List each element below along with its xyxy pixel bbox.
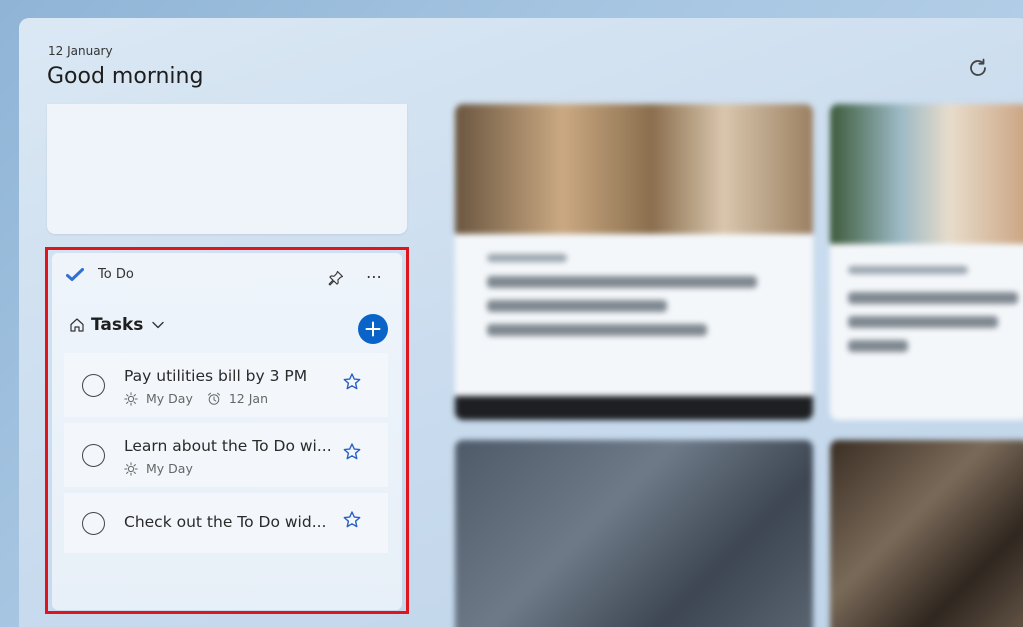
add-task-button[interactable] [358,314,388,344]
complete-checkbox[interactable] [82,374,105,397]
my-day-label: My Day [146,461,193,476]
todo-header: To Do [66,267,134,282]
refresh-icon[interactable] [966,56,990,80]
task-item[interactable]: Learn about the To Do wi... My Day [64,423,388,487]
news-tile-4[interactable] [830,440,1023,627]
task-meta: My Day 12 Jan [124,391,268,406]
task-title: Learn about the To Do wi... [124,437,332,455]
star-icon[interactable] [342,372,362,392]
task-item[interactable]: Pay utilities bill by 3 PM My Day 12 Jan [64,353,388,417]
due-date-label: 12 Jan [228,391,268,406]
list-name: Tasks [91,315,144,335]
task-title: Check out the To Do wid... [124,513,327,531]
news-tile-2[interactable] [830,104,1023,420]
star-icon[interactable] [342,442,362,462]
task-title: Pay utilities bill by 3 PM [124,367,308,385]
pin-icon[interactable] [328,270,344,286]
more-options-icon[interactable]: ⋯ [366,267,383,286]
news-tile-1[interactable] [455,104,813,420]
complete-checkbox[interactable] [82,444,105,467]
sun-icon [124,391,138,406]
alarm-icon [207,392,220,405]
star-icon[interactable] [342,510,362,530]
complete-checkbox[interactable] [82,512,105,535]
news-tile-3[interactable] [455,440,813,627]
my-day-label: My Day [146,391,193,406]
todo-app-name: To Do [98,267,134,282]
home-icon [70,318,84,332]
widget-card-blank [47,104,407,234]
greeting-title: Good morning [47,64,204,89]
plus-icon [365,321,381,337]
task-item[interactable]: Check out the To Do wid... [64,493,388,553]
date-label: 12 January [48,44,113,58]
chevron-down-icon [152,321,165,329]
todo-widget: To Do ⋯ Tasks Pay utilities bill by 3 PM… [52,253,402,610]
task-meta: My Day [124,461,193,476]
todo-check-icon [66,267,84,281]
sun-icon [124,461,138,476]
list-selector[interactable]: Tasks [69,315,165,335]
